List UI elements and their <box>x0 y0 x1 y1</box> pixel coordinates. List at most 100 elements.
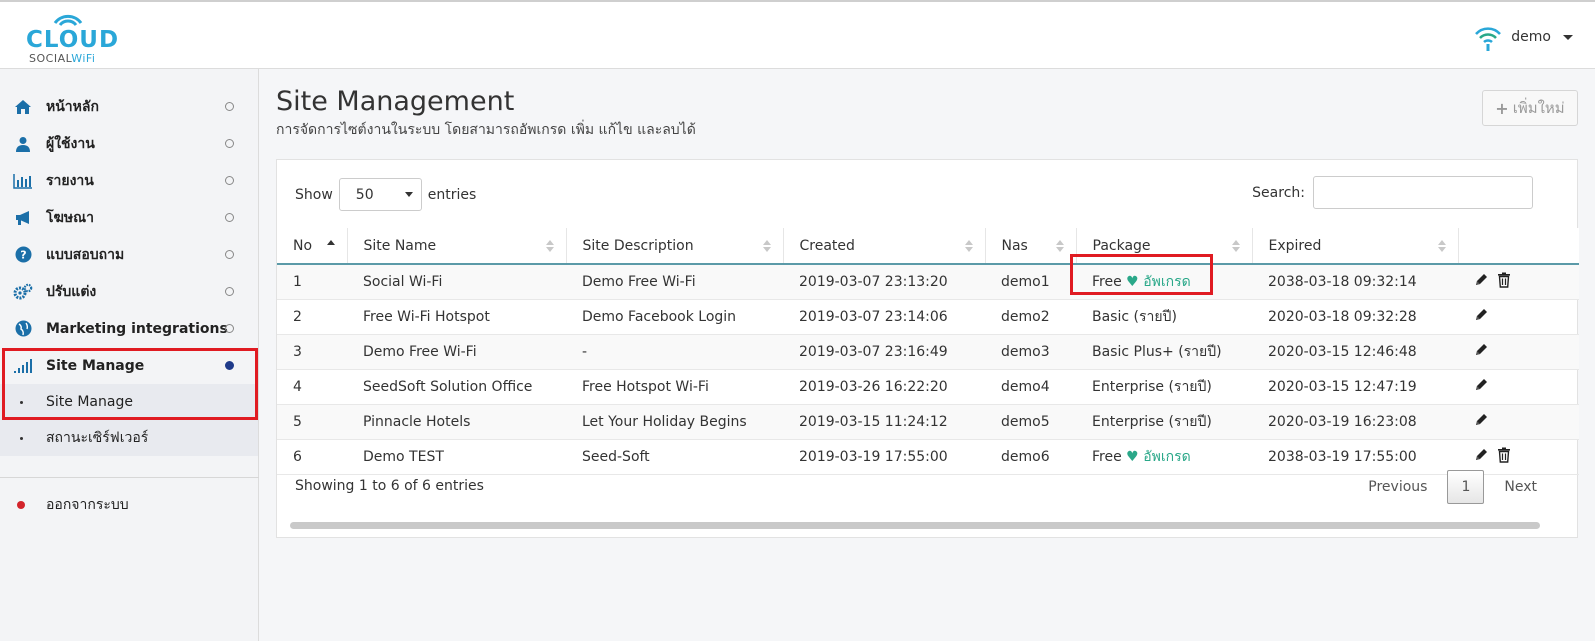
add-new-button[interactable]: + เพิ่มใหม่ <box>1482 90 1578 126</box>
globe-icon <box>12 320 34 338</box>
sort-icon <box>1437 240 1446 252</box>
edit-button[interactable] <box>1474 447 1489 466</box>
user-menu[interactable]: demo <box>1473 22 1573 52</box>
cell-site-name: Social Wi-Fi <box>347 264 566 300</box>
column-label: Expired <box>1268 237 1322 254</box>
edit-button[interactable] <box>1474 412 1489 431</box>
sidebar-item-reports[interactable]: รายงาน <box>0 162 258 199</box>
column-header-expired[interactable]: Expired <box>1252 228 1459 265</box>
row-actions <box>1474 377 1578 396</box>
package-name: Enterprise (รายปี) <box>1092 378 1212 395</box>
edit-button[interactable] <box>1474 377 1489 396</box>
pencil-icon[interactable] <box>1474 342 1489 357</box>
sort-icon <box>1231 240 1240 252</box>
cell-expired: 2020-03-19 16:23:08 <box>1252 404 1458 440</box>
cell-no: 2 <box>277 299 347 335</box>
sidebar-item-label: ปรับแต่ง <box>46 283 97 300</box>
delete-button[interactable] <box>1497 447 1511 467</box>
package-name: Enterprise (รายปี) <box>1092 413 1212 430</box>
horizontal-scrollbar[interactable] <box>290 522 1540 529</box>
pagination-page-1[interactable]: 1 <box>1447 470 1485 504</box>
sidebar-item-survey[interactable]: ? แบบสอบถาม <box>0 236 258 273</box>
home-icon <box>12 98 34 116</box>
row-actions <box>1474 307 1578 326</box>
pencil-icon[interactable] <box>1474 377 1489 392</box>
cell-site-name: Demo TEST <box>347 439 566 475</box>
cell-created: 2019-03-26 16:22:20 <box>783 369 985 405</box>
table-row: 2 Free Wi-Fi Hotspot Demo Facebook Login 20… <box>277 299 1579 335</box>
trash-icon[interactable] <box>1497 447 1511 463</box>
table-info: Showing 1 to 6 of 6 entries <box>295 478 484 494</box>
cell-actions <box>1458 334 1579 370</box>
page-subtitle: การจัดการไซต์งานในระบบ โดยสามารถอัพเกรด … <box>276 122 696 138</box>
gears-icon <box>12 283 34 301</box>
column-header-no[interactable]: No <box>277 228 348 265</box>
sidebar-item-settings[interactable]: ปรับแต่ง <box>0 273 258 310</box>
search-input[interactable] <box>1313 176 1533 209</box>
cell-site-name: SeedSoft Solution Office <box>347 369 566 405</box>
show-label: Show <box>295 186 333 203</box>
page-size-select[interactable]: 50 <box>338 178 422 211</box>
cell-actions <box>1458 439 1579 475</box>
logout-link[interactable]: ออกจากระบบ <box>0 488 259 522</box>
row-actions <box>1474 447 1578 467</box>
cell-expired: 2038-03-19 17:55:00 <box>1252 439 1458 475</box>
sidebar: หน้าหลัก ผู้ใช้งาน รายงาน โฆษณา ? แบบสอบ… <box>0 69 259 641</box>
sidebar-item-label: โฆษณา <box>46 209 94 226</box>
wifi-logo-icon <box>53 14 83 27</box>
pencil-icon[interactable] <box>1474 272 1489 287</box>
cell-created: 2019-03-07 23:14:06 <box>783 299 985 335</box>
column-header-site-name[interactable]: Site Name <box>347 228 567 265</box>
pagination-previous[interactable]: Previous <box>1352 470 1443 504</box>
sidebar-item-site-manage[interactable]: Site Manage <box>0 347 258 384</box>
cell-actions <box>1458 369 1579 405</box>
sidebar-subitem-server-status[interactable]: สถานะเซิร์ฟเวอร์ <box>0 420 258 456</box>
search-label: Search: <box>1252 184 1305 201</box>
upgrade-link[interactable]: อัพเกรด <box>1143 274 1191 290</box>
upgrade-link[interactable]: อัพเกรด <box>1143 449 1191 465</box>
cell-nas: demo4 <box>985 369 1076 405</box>
sort-icon <box>964 240 973 252</box>
sidebar-item-home[interactable]: หน้าหลัก <box>0 88 258 125</box>
column-header-site-description[interactable]: Site Description <box>566 228 784 265</box>
search-box: Search: <box>1252 176 1533 209</box>
pagination: Previous 1 Next <box>1352 470 1553 504</box>
delete-button[interactable] <box>1497 272 1511 292</box>
sidebar-subitem-site-manage[interactable]: Site Manage <box>0 384 258 420</box>
logo-sub: SOCIALWiFi <box>29 52 96 65</box>
cell-package: Free ♥ อัพเกรด <box>1076 439 1252 475</box>
sidebar-item-ads[interactable]: โฆษณา <box>0 199 258 236</box>
table-row: 3 Demo Free Wi-Fi -2019-03-07 23:16:49 demo… <box>277 334 1579 370</box>
logo[interactable]: CLOUD SOCIALWiFi <box>26 10 118 65</box>
signal-icon <box>12 357 34 375</box>
cell-actions <box>1458 299 1579 335</box>
column-header-package[interactable]: Package <box>1076 228 1253 265</box>
cell-nas: demo6 <box>985 439 1076 475</box>
pagination-next[interactable]: Next <box>1488 470 1553 504</box>
pencil-icon[interactable] <box>1474 307 1489 322</box>
edit-button[interactable] <box>1474 342 1489 361</box>
column-label: Site Name <box>363 237 437 254</box>
column-header-nas[interactable]: Nas <box>985 228 1077 265</box>
question-circle-icon: ? <box>12 246 34 264</box>
pencil-icon[interactable] <box>1474 412 1489 427</box>
edit-button[interactable] <box>1474 272 1489 291</box>
status-dot <box>225 324 234 333</box>
bullet-icon <box>20 437 23 440</box>
logo-sub-prefix: SOCIAL <box>29 52 72 65</box>
pencil-icon[interactable] <box>1474 447 1489 462</box>
sidebar-item-marketing[interactable]: Marketing integrations <box>0 310 258 347</box>
top-bar: CLOUD SOCIALWiFi demo <box>0 0 1595 69</box>
cell-no: 5 <box>277 404 347 440</box>
cell-package: Enterprise (รายปี) <box>1076 404 1252 440</box>
heart-icon: ♥ <box>1126 448 1139 465</box>
column-header-created[interactable]: Created <box>783 228 986 265</box>
cell-expired: 2020-03-18 09:32:28 <box>1252 299 1458 335</box>
bullet-icon <box>20 401 23 404</box>
sort-asc-icon <box>326 240 335 245</box>
sidebar-item-users[interactable]: ผู้ใช้งาน <box>0 125 258 162</box>
page-title: Site Management <box>276 86 515 117</box>
edit-button[interactable] <box>1474 307 1489 326</box>
trash-icon[interactable] <box>1497 272 1511 288</box>
row-actions <box>1474 272 1578 292</box>
